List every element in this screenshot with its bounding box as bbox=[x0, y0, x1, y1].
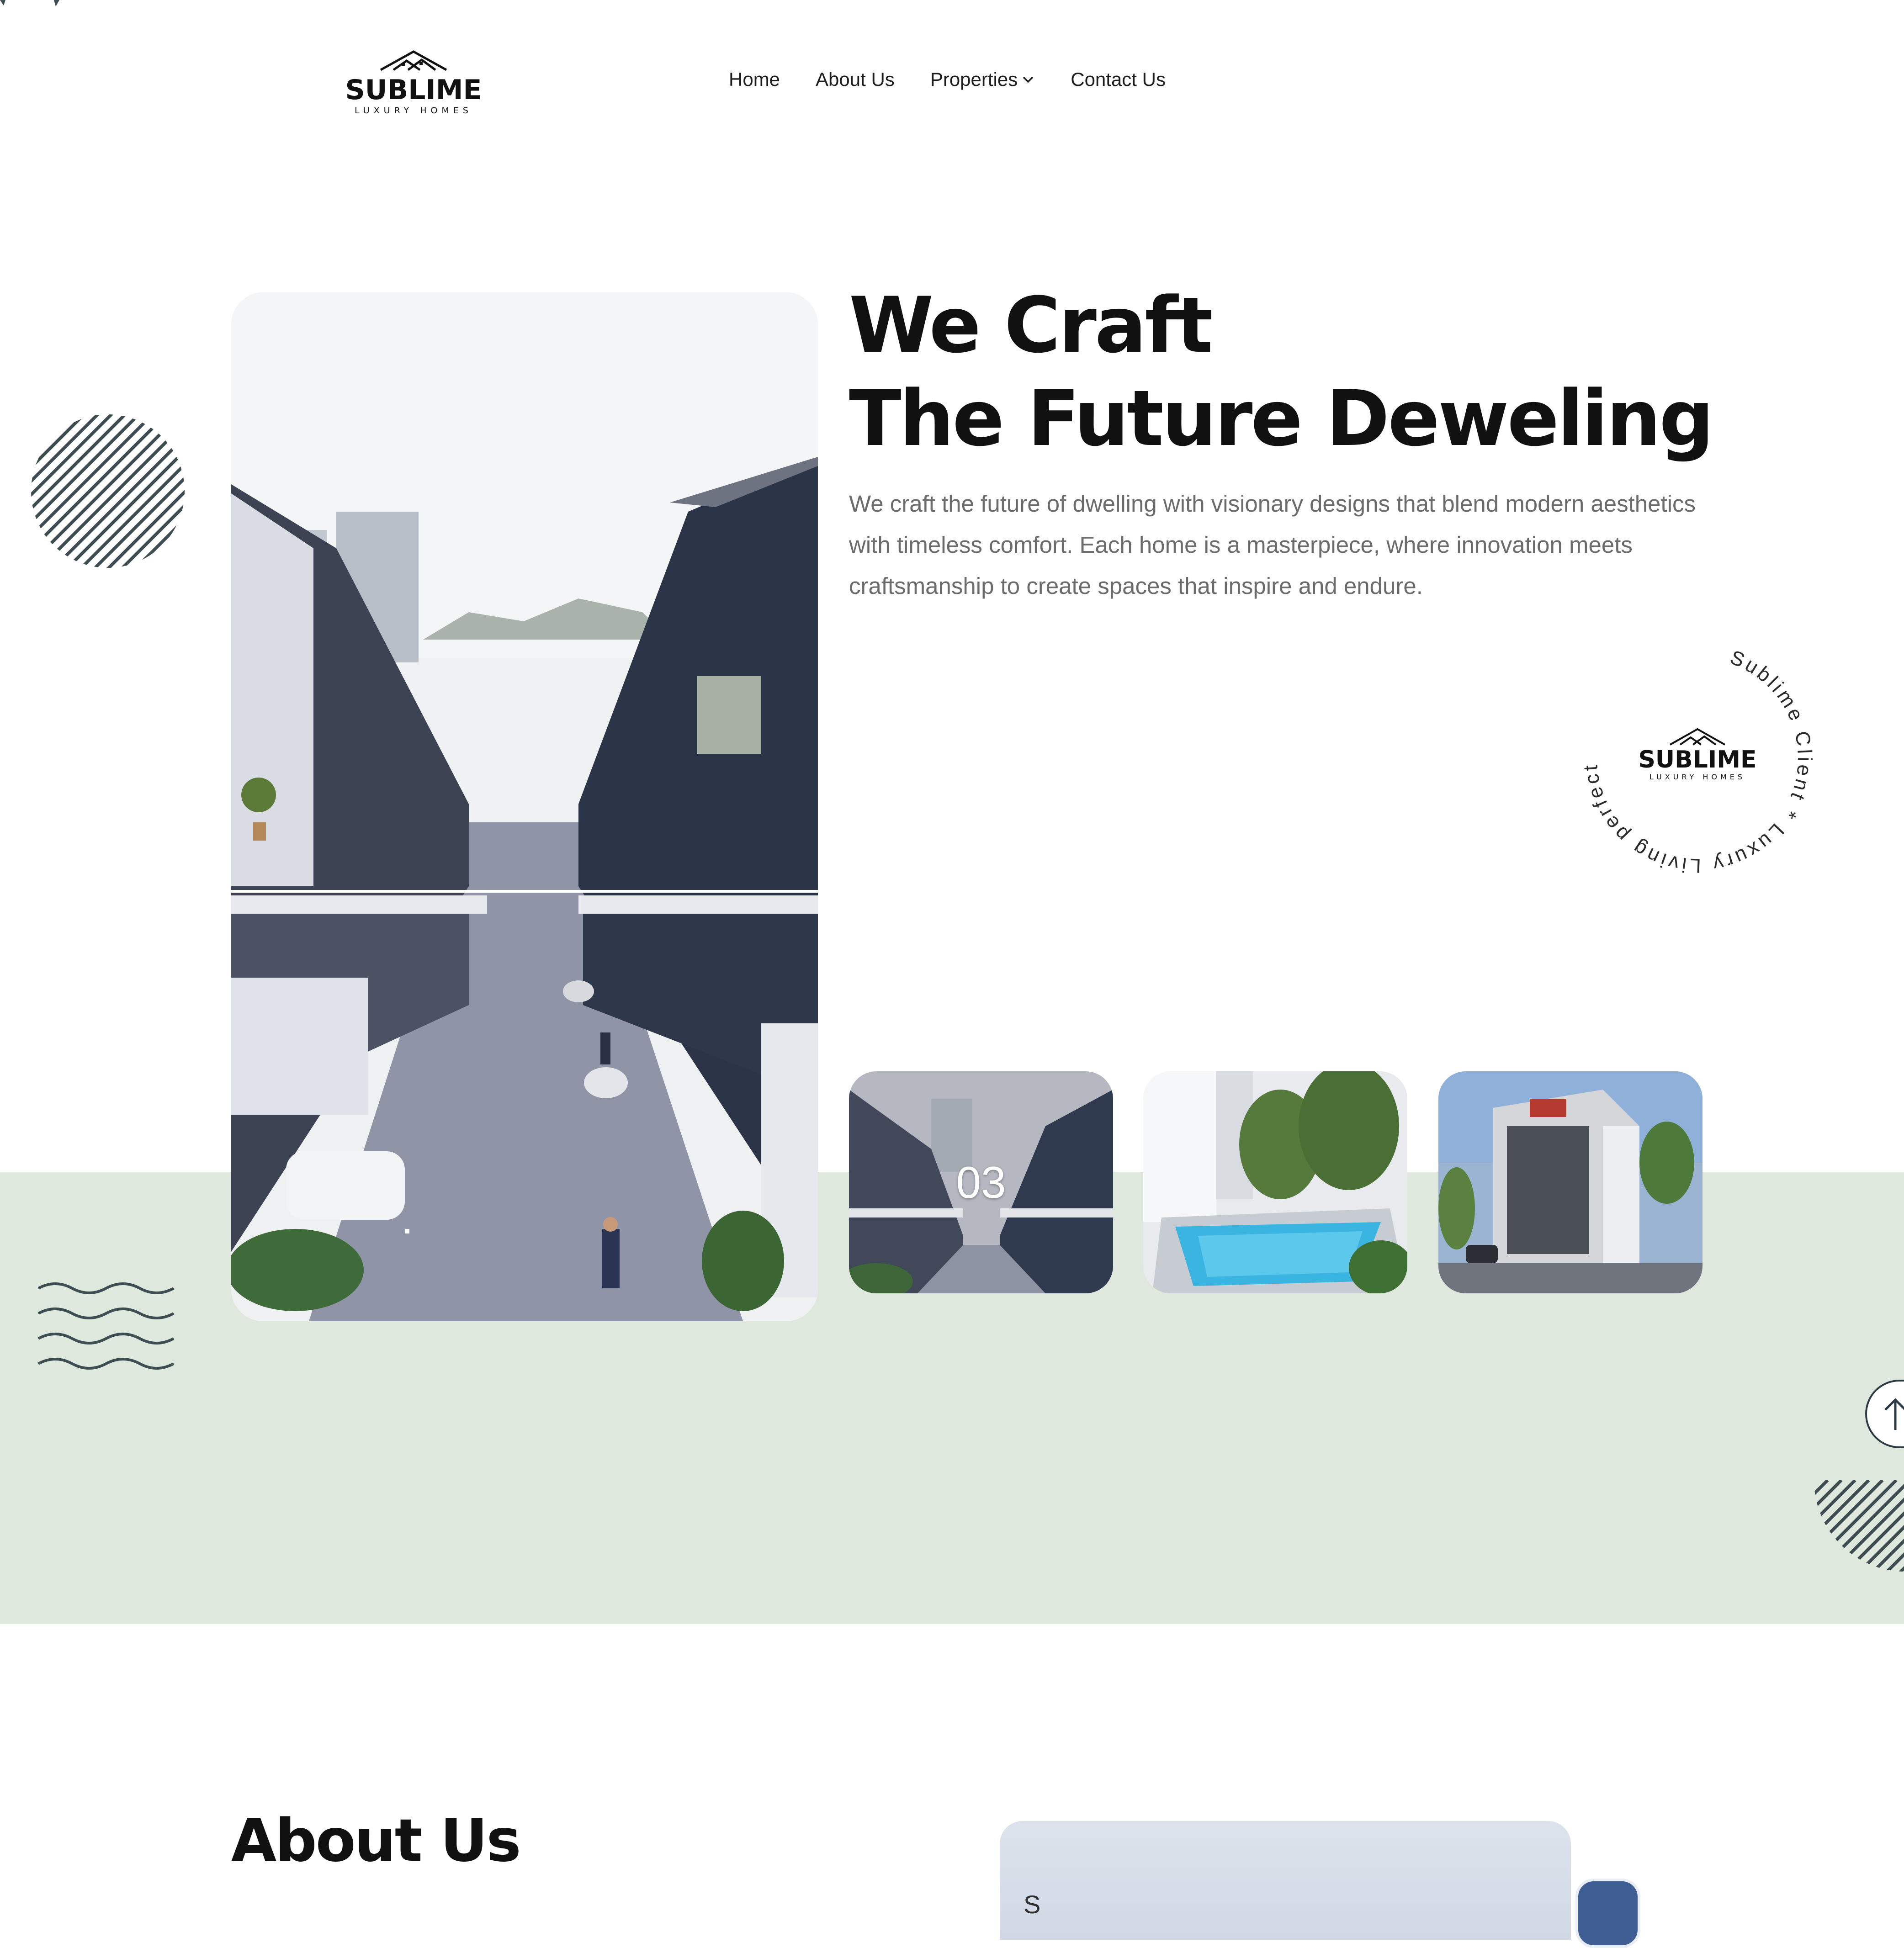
nav-properties-label: Properties bbox=[930, 69, 1018, 90]
thumbnail-2-index bbox=[1143, 1071, 1407, 1293]
hero-headline-line2: The Future Deweling bbox=[849, 374, 1714, 463]
nav-home[interactable]: Home bbox=[729, 69, 780, 90]
striped-corner-decoration bbox=[1814, 1480, 1904, 1572]
thumbnail-2[interactable] bbox=[1143, 1071, 1407, 1293]
nav-contact-us[interactable]: Contact Us bbox=[1071, 69, 1166, 90]
brand-tagline: LUXURY HOMES bbox=[355, 106, 472, 116]
main-nav: Home About Us Properties Contact Us bbox=[729, 69, 1166, 90]
sublime-circular-badge: Sublime Client * Luxury Living perfected… bbox=[1560, 621, 1835, 895]
about-us-secondary-image bbox=[1575, 1879, 1640, 1948]
corner-fragment-decoration bbox=[0, 0, 59, 6]
about-us-image: S bbox=[1000, 1821, 1571, 1940]
thumbnail-1-index: 03 bbox=[956, 1157, 1006, 1207]
badge-brand: SUBLIME bbox=[1638, 746, 1756, 773]
badge-tagline: LUXURY HOMES bbox=[1649, 773, 1745, 781]
thumbnail-3[interactable] bbox=[1438, 1071, 1702, 1293]
waves-decoration bbox=[37, 1282, 175, 1370]
nav-about-us[interactable]: About Us bbox=[816, 69, 895, 90]
hero-description: We craft the future of dwelling with vis… bbox=[849, 491, 1696, 599]
chevron-down-icon bbox=[1023, 76, 1034, 83]
hero-main-image bbox=[231, 292, 818, 1321]
brand-name: SUBLIME bbox=[345, 74, 482, 106]
thumbnail-3-index bbox=[1438, 1071, 1702, 1293]
nav-properties[interactable]: Properties bbox=[930, 69, 1035, 90]
hero-headline: We Craft The Future Deweling bbox=[849, 279, 1714, 465]
brand-logo[interactable]: SUBLIME LUXURY HOMES bbox=[345, 48, 482, 116]
hero-headline-line1: We Craft bbox=[849, 281, 1213, 370]
striped-circle-decoration bbox=[31, 414, 185, 568]
about-us-heading: About Us bbox=[231, 1807, 521, 1875]
arrow-up-icon bbox=[1884, 1398, 1904, 1430]
about-image-text: S bbox=[1024, 1890, 1041, 1919]
thumbnail-1[interactable]: 03 bbox=[849, 1071, 1113, 1293]
